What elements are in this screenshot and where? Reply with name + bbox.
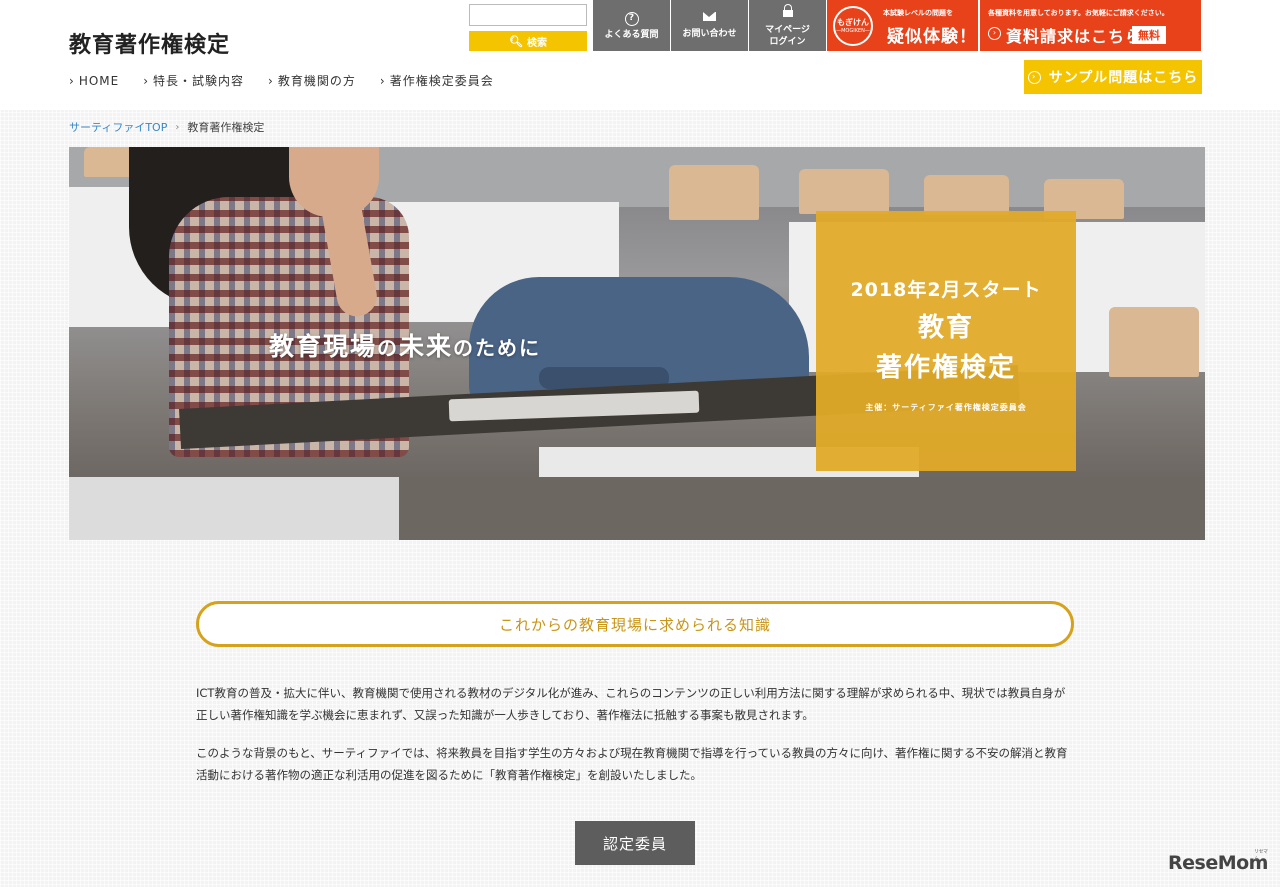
- intro-paragraph: ICT教育の普及・拡大に伴い、教育機関で使用される教材のデジタル化が進み、これら…: [196, 686, 1066, 722]
- contact-label: お問い合わせ: [682, 29, 737, 39]
- nav-item-label: HOME: [78, 73, 120, 88]
- hero-start-date: 2018年2月スタート: [850, 279, 1042, 301]
- nav-item-committee[interactable]: › 著作権検定委員会: [380, 72, 494, 89]
- hero-announcement-box: 2018年2月スタート 教育 著作権検定 主催：サーティファイ著作権検定委員会: [816, 211, 1076, 471]
- mogiken-badge-bottom: —MOGIKEN—: [836, 27, 870, 34]
- request-small-text: 各種資料を用意しております。お気軽にご請求ください。: [988, 9, 1169, 17]
- question-icon: ?: [624, 10, 639, 26]
- mogiken-badge: もぎけん —MOGIKEN—: [833, 6, 873, 46]
- sample-label: サンプル問題はこちら: [1048, 70, 1199, 86]
- hero-desk-front: [69, 477, 399, 540]
- free-badge: 無料: [1132, 26, 1166, 44]
- site-title[interactable]: 教育著作権検定: [69, 27, 230, 59]
- request-big-text: 資料請求はこちら: [1006, 27, 1143, 46]
- main-nav: › HOME › 特長・試験内容 › 教育機関の方 › 著作権検定委員会: [69, 72, 518, 89]
- hero-tagline-part: 未来: [399, 332, 454, 361]
- nav-item-label: 教育機関の方: [277, 74, 356, 88]
- site-header: 教育著作権検定 › HOME › 特長・試験内容 › 教育機関の方 › 著作権検…: [0, 0, 1280, 110]
- background-paragraph: このような背景のもと、サーティファイでは、将来教員を目指す学生の方々および現在教…: [196, 746, 1068, 782]
- section-heading: これからの教育現場に求められる知識: [196, 601, 1074, 647]
- chevron-right-icon: ›: [143, 73, 150, 88]
- breadcrumb: サーティファイTOP › 教育著作権検定: [69, 119, 264, 135]
- sample-questions-button[interactable]: › サンプル問題はこちら: [1024, 60, 1202, 94]
- faq-button[interactable]: ? よくある質問: [593, 0, 670, 51]
- hero-tagline-part: のために: [453, 336, 542, 360]
- hero-title-line2: 著作権検定: [875, 353, 1016, 383]
- mypage-label: マイページ: [765, 24, 810, 35]
- nav-item-features[interactable]: › 特長・試験内容: [143, 72, 244, 89]
- search-input[interactable]: [469, 4, 587, 26]
- chevron-right-icon: ›: [268, 73, 274, 88]
- mogiken-small-text: 本試験レベルの問題を: [883, 9, 953, 17]
- mogiken-big-text: 疑似体験！: [887, 27, 977, 47]
- hero-bg-chair: [924, 175, 1009, 215]
- nav-item-institutions[interactable]: › 教育機関の方: [268, 72, 356, 89]
- breadcrumb-home-link[interactable]: サーティファイTOP: [69, 119, 167, 135]
- faq-label: よくある質問: [604, 30, 659, 40]
- nav-item-home[interactable]: › HOME: [69, 72, 119, 89]
- chevron-right-icon: ›: [69, 73, 75, 88]
- watermark-tag: リセマム: [1254, 849, 1268, 862]
- hero-organizer: 主催：サーティファイ著作権検定委員会: [865, 403, 1027, 412]
- chevron-right-icon: ›: [175, 121, 180, 133]
- hero-tagline-part: の: [377, 336, 400, 360]
- arrow-circle-icon: ›: [988, 27, 1001, 40]
- lock-icon: [782, 3, 793, 21]
- resemom-logo: ReseMom リセマム: [1168, 849, 1268, 874]
- envelope-icon: [703, 11, 716, 25]
- chevron-right-icon: ›: [379, 73, 386, 88]
- login-label: ログイン: [769, 36, 806, 47]
- hero-tagline: 教育現場の未来のために: [269, 327, 541, 363]
- nav-item-label: 特長・試験内容: [153, 74, 245, 88]
- committee-button[interactable]: 認定委員: [575, 821, 695, 865]
- search-icon: 🔍︎: [509, 34, 523, 48]
- hero-bg-chair: [1109, 307, 1199, 377]
- hero-bg-chair: [669, 165, 759, 220]
- search-button-label: 検索: [526, 37, 547, 49]
- contact-button[interactable]: お問い合わせ: [671, 0, 748, 51]
- mogiken-banner[interactable]: もぎけん —MOGIKEN— 本試験レベルの問題を 疑似体験！: [827, 0, 978, 51]
- mypage-login-button[interactable]: マイページ ログイン: [749, 0, 826, 51]
- request-materials-banner[interactable]: 各種資料を用意しております。お気軽にご請求ください。 › 資料請求はこちら 無料: [980, 0, 1201, 51]
- hero-banner: 教育現場の未来のために 2018年2月スタート 教育 著作権検定 主催：サーティ…: [69, 147, 1205, 540]
- arrow-circle-icon: ›: [1027, 70, 1041, 84]
- hero-title-line1: 教育: [917, 313, 974, 343]
- nav-item-label: 著作権検定委員会: [389, 74, 494, 88]
- hero-bg-chair: [799, 169, 889, 214]
- breadcrumb-current: 教育著作権検定: [187, 121, 265, 134]
- search-button[interactable]: 🔍︎ 検索: [469, 31, 587, 51]
- hero-tagline-part: 教育現場: [269, 332, 378, 361]
- mogiken-badge-top: もぎけん: [837, 17, 869, 27]
- watermark-text: ReseMom: [1168, 852, 1268, 874]
